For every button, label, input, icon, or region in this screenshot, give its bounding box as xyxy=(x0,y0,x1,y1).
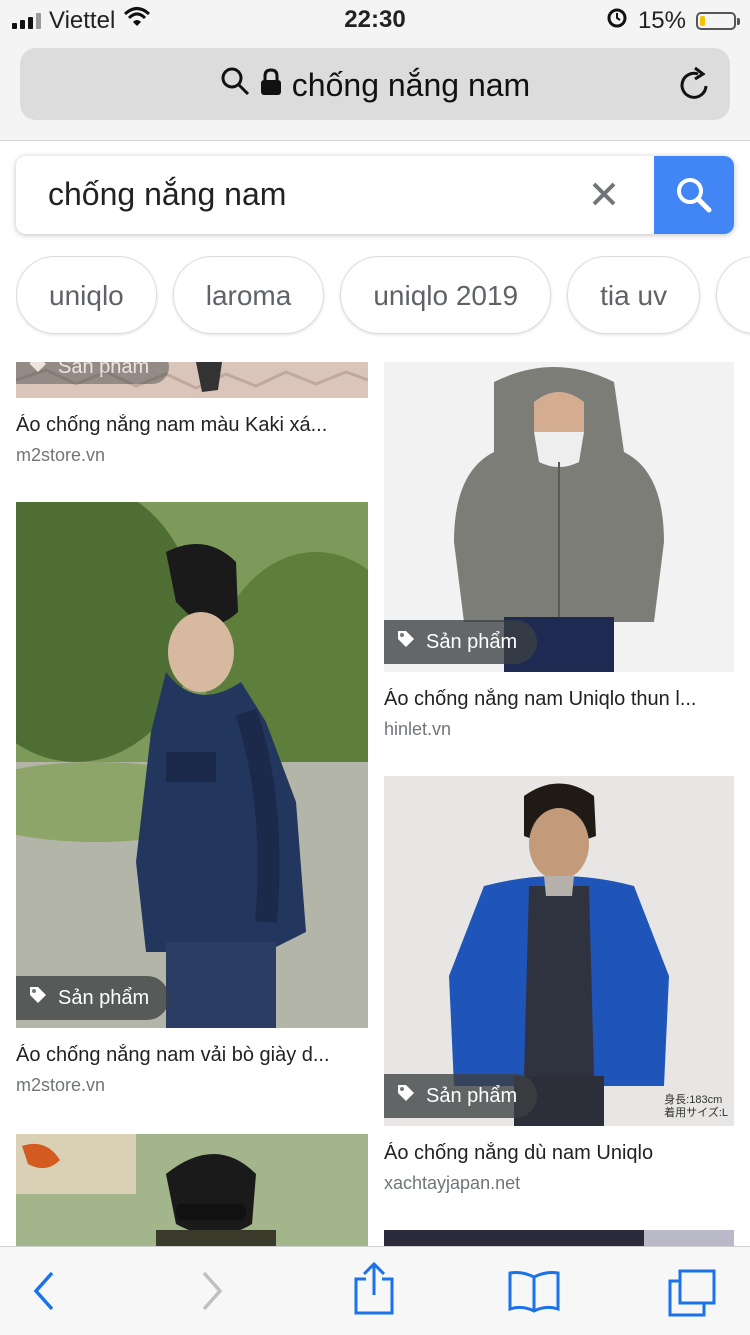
search-input[interactable]: chống nắng nam xyxy=(48,176,286,213)
result-source: hinlet.vn xyxy=(384,719,452,739)
chip-more[interactable]: á xyxy=(716,256,750,334)
product-tag: Sản phẩm xyxy=(384,620,538,664)
bookmarks-icon[interactable] xyxy=(506,1269,562,1318)
result-card[interactable]: Sản phẩm Áo chống nắng nam Uniqlo thun l… xyxy=(384,362,734,740)
result-source: m2store.vn xyxy=(16,445,106,465)
result-image[interactable] xyxy=(384,1230,734,1246)
result-source: m2store.vn xyxy=(16,1075,106,1095)
result-source: xachtayjapan.net xyxy=(384,1173,521,1193)
product-tag: Sản phẩm xyxy=(16,976,170,1020)
tag-label: Sản phẩm xyxy=(58,362,150,378)
address-text: chống nắng nam xyxy=(291,66,531,103)
result-image[interactable]: Sản phẩm xyxy=(16,502,368,1028)
status-right: 15% xyxy=(606,6,740,35)
tag-icon xyxy=(28,362,48,380)
chip-tia-uv[interactable]: tia uv xyxy=(567,256,701,334)
result-card[interactable] xyxy=(384,1230,734,1246)
tabs-icon[interactable] xyxy=(666,1269,718,1322)
product-tag: Sản phẩm xyxy=(384,1074,538,1118)
tag-icon xyxy=(396,629,416,655)
reload-icon[interactable] xyxy=(678,66,712,107)
result-title[interactable]: Áo chống nắng dù nam Uniqlo xyxy=(384,1142,734,1165)
tag-label: Sản phẩm xyxy=(426,1084,518,1107)
search-button[interactable] xyxy=(654,156,734,234)
tag-label: Sản phẩm xyxy=(58,986,150,1009)
forward-icon[interactable] xyxy=(196,1269,226,1318)
image-results: Sản phẩm Áo chống nắng nam màu Kaki xá..… xyxy=(0,340,750,1246)
related-chips: uniqlolaromauniqlo 2019tia uvá xyxy=(16,256,750,338)
result-image[interactable] xyxy=(16,1134,368,1246)
result-image[interactable]: 身長:183cm 着用サイズ:L Sản phẩm xyxy=(384,776,734,1126)
browser-header: chống nắng nam xyxy=(0,42,750,141)
product-tag: Sản phẩm xyxy=(16,362,170,384)
image-caption: 身長:183cm 着用サイズ:L xyxy=(664,1094,728,1120)
battery-icon xyxy=(696,11,740,30)
result-title[interactable]: Áo chống nắng nam Uniqlo thun l... xyxy=(384,688,734,711)
result-card[interactable]: 身長:183cm 着用サイズ:L Sản phẩm Áo chống nắng … xyxy=(384,776,734,1194)
search-icon xyxy=(220,66,250,104)
tag-icon xyxy=(396,1083,416,1109)
tag-label: Sản phẩm xyxy=(426,630,518,653)
back-icon[interactable] xyxy=(30,1269,60,1318)
caption-line: 身長:183cm xyxy=(664,1094,723,1106)
result-card[interactable]: Sản phẩm Áo chống nắng nam vải bò giày d… xyxy=(16,502,368,1096)
lock-icon xyxy=(260,67,282,104)
browser-toolbar xyxy=(0,1246,750,1335)
result-title[interactable]: Áo chống nắng nam vải bò giày d... xyxy=(16,1044,368,1067)
address-bar[interactable]: chống nắng nam xyxy=(20,48,730,120)
chip-uniqlo[interactable]: uniqlo xyxy=(16,256,157,334)
address-content: chống nắng nam xyxy=(20,66,730,104)
chip-laroma[interactable]: laroma xyxy=(172,256,325,334)
search-form: chống nắng nam xyxy=(16,156,734,234)
battery-fill xyxy=(700,15,705,26)
caption-line: 着用サイズ:L xyxy=(664,1107,728,1119)
close-icon[interactable] xyxy=(584,172,624,221)
status-bar: Viettel 22:30 15% xyxy=(0,0,750,42)
chip-uniqlo-2019[interactable]: uniqlo 2019 xyxy=(340,256,552,334)
search-icon xyxy=(677,178,712,213)
alarm-icon xyxy=(606,6,628,35)
result-card[interactable] xyxy=(16,1134,368,1246)
result-image[interactable]: Sản phẩm xyxy=(16,362,368,398)
result-image[interactable]: Sản phẩm xyxy=(384,362,734,672)
battery-percent: 15% xyxy=(637,6,686,34)
share-icon[interactable] xyxy=(352,1261,396,1322)
result-card[interactable]: Sản phẩm Áo chống nắng nam màu Kaki xá..… xyxy=(16,362,368,466)
tag-icon xyxy=(28,985,48,1011)
result-title[interactable]: Áo chống nắng nam màu Kaki xá... xyxy=(16,414,368,437)
